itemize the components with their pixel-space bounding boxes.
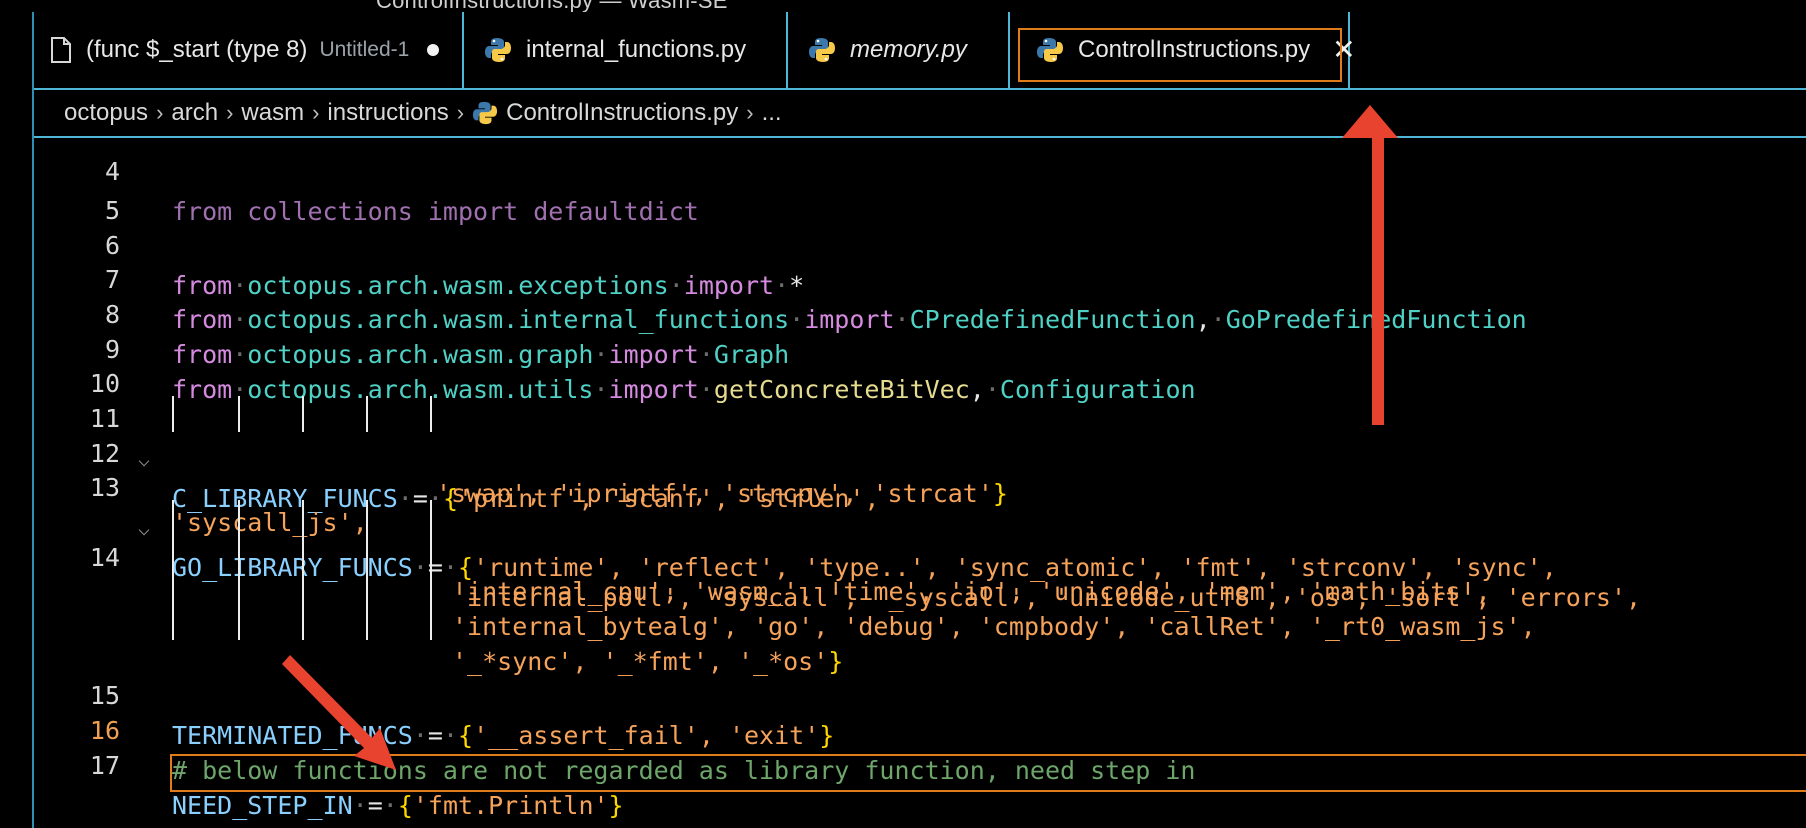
code-line: 15 TERMINATED_FUNCS·=·{'__assert_fail', …: [34, 636, 1806, 750]
tab-label: (func $_start (type 8): [86, 36, 308, 63]
python-icon: [484, 36, 512, 64]
code-line: 10: [34, 324, 1806, 398]
code-line: 17 NEED_STEP_IN·=·{'fmt.Println'}: [34, 706, 1806, 820]
indent-guide: [238, 500, 240, 640]
code-line-wrap: 'internal_cpu', 'wasm_', 'time', 'io', '…: [452, 577, 1491, 606]
chevron-right-icon: ›: [226, 100, 234, 125]
breadcrumb-item-symbol[interactable]: ...: [762, 99, 782, 127]
chevron-right-icon: ›: [456, 100, 465, 125]
indent-guide: [430, 396, 432, 432]
indent-guide: [238, 396, 240, 432]
tab-sublabel: Untitled-1: [319, 38, 410, 61]
breadcrumb-item-instructions[interactable]: instructions: [327, 99, 448, 127]
indent-guide: [430, 500, 432, 640]
close-icon[interactable]: ✕: [1332, 36, 1355, 64]
breadcrumb-item-file[interactable]: ControlInstructions.py: [506, 99, 738, 127]
python-icon: [472, 100, 498, 126]
breadcrumb-item-arch[interactable]: arch: [171, 99, 218, 127]
indent-guide: [366, 500, 368, 640]
unsaved-dot-icon[interactable]: [427, 44, 440, 56]
code-line-current: 16 # below functions are not regarded as…: [34, 671, 1806, 785]
chevron-right-icon: ›: [746, 100, 754, 125]
code-line: 8 from·octopus.arch.wasm.graph·import·Gr…: [34, 255, 1806, 369]
code-editor[interactable]: 4 from collections import defaultdict 5 …: [34, 138, 1806, 828]
activity-bar: [0, 12, 34, 828]
python-icon: [808, 36, 836, 64]
code-line: 11 ⌵ C_LIBRARY_FUNCS·=·{'printf', 'scanf…: [34, 359, 1806, 513]
indent-guide: [366, 396, 368, 432]
indent-guide: [302, 396, 304, 432]
line-number: 17: [89, 751, 120, 780]
indent-guide: [302, 500, 304, 640]
tab-internal-functions[interactable]: internal_functions.py: [464, 12, 788, 88]
breadcrumb: octopus › arch › wasm › instructions › C…: [34, 90, 1806, 136]
chevron-right-icon: ›: [312, 100, 320, 125]
indent-guide: [172, 500, 174, 640]
tab-untitled-1[interactable]: (func $_start (type 8) Untitled-1: [34, 12, 464, 88]
breadcrumb-item-octopus[interactable]: octopus: [64, 99, 148, 127]
tab-label: internal_functions.py: [526, 36, 747, 63]
code-line: 13 ⌵ GO_LIBRARY_FUNCS·=·{'runtime', 'ref…: [34, 428, 1806, 582]
tab-bar: (func $_start (type 8) Untitled-1 intern…: [34, 12, 1806, 90]
tab-memory[interactable]: memory.py: [788, 12, 1010, 88]
code-line-wrap: 'internal_bytealg', 'go', 'debug', 'cmpb…: [452, 612, 1536, 641]
window-title: ControlInstructions.py — Wasm-SE: [376, 0, 728, 12]
tab-controlinstructions[interactable]: ControlInstructions.py ✕: [1010, 12, 1356, 88]
code-line: 7 from·octopus.arch.wasm.internal_functi…: [34, 220, 1806, 334]
indent-guide: [172, 396, 174, 432]
window-titlebar: ControlInstructions.py — Wasm-SE: [0, 0, 1806, 12]
tab-label: ControlInstructions.py: [1078, 36, 1311, 63]
breadcrumb-item-wasm[interactable]: wasm: [241, 99, 304, 127]
file-icon: [50, 36, 72, 64]
code-line: 5: [34, 151, 1806, 225]
tab-label: memory.py: [850, 36, 967, 63]
python-icon: [1036, 36, 1064, 64]
chevron-right-icon: ›: [156, 100, 164, 125]
code-line-wrap: 'syscall_js',: [172, 508, 368, 537]
code-line: 4 from collections import defaultdict: [104, 157, 699, 226]
